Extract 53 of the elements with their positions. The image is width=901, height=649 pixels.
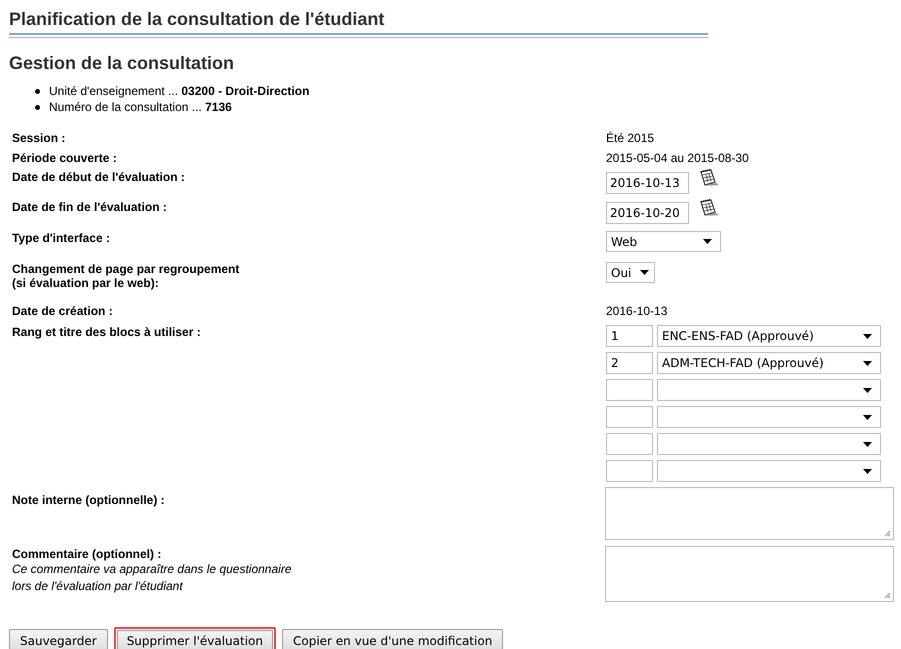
action-button[interactable]: Sauvegarder xyxy=(9,629,108,649)
info-text: Numéro de la consultation ... 7136 xyxy=(49,99,232,115)
section-title: Gestion de la consultation xyxy=(9,52,236,74)
text-area[interactable] xyxy=(605,487,894,540)
caret-icon xyxy=(703,239,712,244)
date-field[interactable]: 2016-10-13 xyxy=(606,172,689,194)
field-label: (si évaluation par le web): xyxy=(12,276,160,290)
field-label: Période couverte : xyxy=(12,150,118,167)
dropdown[interactable]: ENC-ENS-FAD (Approuvé) xyxy=(657,325,881,347)
rank-field[interactable] xyxy=(606,406,653,428)
bullet-icon xyxy=(35,88,40,94)
field-note: Ce commentaire va apparaître dans le questionnaire xyxy=(12,561,292,578)
caret-icon xyxy=(863,442,872,446)
dropdown[interactable] xyxy=(657,406,881,428)
page-title: Planification de la consultation de l'étudiant xyxy=(9,8,386,30)
field-label: Date de début de l'évaluation : xyxy=(12,170,186,184)
resize-grip-icon[interactable] xyxy=(884,592,891,599)
field-value: 2016-10-13 xyxy=(606,304,668,318)
field-label: Commentaire (optionnel) : xyxy=(12,546,162,561)
rank-field[interactable]: 2 xyxy=(606,352,653,374)
caret-icon xyxy=(640,270,649,275)
resize-grip-icon[interactable] xyxy=(884,530,891,537)
field-label: Changement de page par regroupement xyxy=(12,262,240,276)
action-button[interactable]: Supprimer l'évaluation xyxy=(114,627,276,649)
field-value: 2015-05-04 au 2015-08-30 xyxy=(606,151,749,165)
rank-field[interactable] xyxy=(606,433,653,455)
rank-field[interactable] xyxy=(606,460,653,482)
field-label: Session : xyxy=(12,130,66,147)
caret-icon xyxy=(863,388,872,392)
field-label: Date de fin de l'évaluation : xyxy=(12,200,168,214)
field-note: lors de l'évaluation par l'étudiant xyxy=(12,578,184,595)
dropdown[interactable] xyxy=(657,379,881,401)
text-area[interactable] xyxy=(605,546,894,602)
dropdown[interactable]: Web xyxy=(606,231,721,252)
dropdown[interactable] xyxy=(657,460,881,482)
dropdown[interactable] xyxy=(657,433,881,455)
field-value: Été 2015 xyxy=(606,131,654,145)
field-label: Date de création : xyxy=(12,303,114,320)
caret-icon xyxy=(863,414,872,420)
bullet-icon xyxy=(35,104,40,110)
info-text: Unité d'enseignement ... 03200 - Droit-Direction xyxy=(49,83,310,99)
rank-field[interactable]: 1 xyxy=(606,325,653,347)
action-button[interactable]: Copier en vue d'une modification xyxy=(282,629,504,649)
caret-icon xyxy=(863,334,872,338)
dropdown[interactable]: ADM-TECH-FAD (Approuvé) xyxy=(657,352,881,374)
dropdown[interactable]: Oui xyxy=(606,262,655,283)
field-label: Type d'interface : xyxy=(12,231,111,245)
caret-icon xyxy=(863,468,872,474)
date-field[interactable]: 2016-10-20 xyxy=(606,202,689,224)
caret-icon xyxy=(863,360,872,366)
field-label: Rang et titre des blocs à utiliser : xyxy=(12,325,202,339)
field-label: Note interne (optionnelle) : xyxy=(12,492,166,507)
rank-field[interactable] xyxy=(606,379,653,401)
